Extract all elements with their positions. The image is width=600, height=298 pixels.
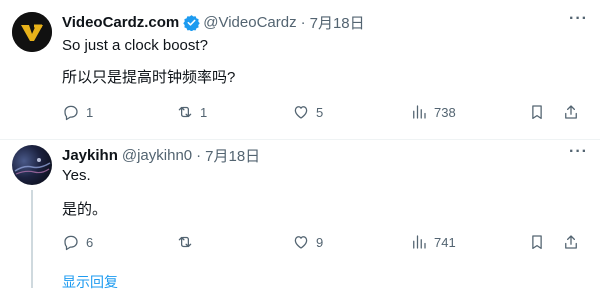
bookmark-icon: [532, 105, 542, 120]
like-button[interactable]: 5: [292, 103, 323, 121]
author-handle[interactable]: @jaykihn0: [122, 147, 192, 164]
author-handle[interactable]: @VideoCardz: [203, 14, 296, 31]
views-count: 741: [434, 234, 456, 250]
avatar[interactable]: [12, 145, 52, 185]
show-replies-link[interactable]: 显示回复: [62, 272, 118, 292]
views-chart-icon: [413, 105, 426, 119]
thread-line: [31, 190, 33, 288]
author-name[interactable]: Jaykihn: [62, 147, 118, 164]
like-count: 5: [316, 104, 324, 120]
heart-icon: [294, 106, 308, 119]
retweet-button[interactable]: [176, 233, 200, 251]
views-button[interactable]: 738: [410, 103, 456, 121]
tweet-date[interactable]: 7月18日: [310, 12, 365, 33]
bookmark-button[interactable]: [528, 233, 546, 251]
heart-icon: [294, 236, 308, 249]
views-button[interactable]: 741: [410, 233, 456, 251]
like-button[interactable]: 9: [292, 233, 323, 251]
more-icon[interactable]: ···: [569, 143, 588, 161]
tweet-text-line-2: 是的。: [62, 201, 108, 218]
reply-count: 6: [86, 234, 94, 250]
views-chart-icon: [413, 235, 426, 249]
retweet-count: 1: [200, 104, 208, 120]
views-count: 738: [434, 104, 456, 120]
tweet-1[interactable]: VideoCardz.com @VideoCardz · 7月18日 ··· S…: [0, 0, 600, 140]
reply-button[interactable]: 6: [62, 233, 93, 251]
tweet-text-line-1: Yes.: [62, 167, 91, 184]
share-icon: [565, 235, 577, 249]
tweet-actions: 6 9 741: [62, 233, 582, 253]
share-button[interactable]: [562, 233, 580, 251]
tweet-text-line-2: 所以只是提高时钟频率吗?: [62, 69, 236, 86]
verified-badge-icon: [183, 15, 200, 31]
reply-count: 1: [86, 104, 94, 120]
tweet-header: VideoCardz.com @VideoCardz · 7月18日: [62, 12, 365, 33]
share-button[interactable]: [562, 103, 580, 121]
reply-icon: [64, 235, 78, 251]
tweet-header: Jaykihn @jaykihn0 · 7月18日: [62, 145, 260, 166]
profile-photo-icon: [14, 158, 51, 175]
videocardz-logo-icon: [12, 12, 52, 52]
tweet-text-line-1: So just a clock boost?: [62, 37, 208, 54]
separator-dot: ·: [300, 14, 306, 31]
avatar[interactable]: [12, 12, 52, 52]
tweet-date[interactable]: 7月18日: [205, 145, 260, 166]
author-name[interactable]: VideoCardz.com: [62, 14, 179, 31]
bookmark-button[interactable]: [528, 103, 546, 121]
retweet-button[interactable]: 1: [176, 103, 207, 121]
reply-button[interactable]: 1: [62, 103, 93, 121]
reply-icon: [64, 105, 78, 121]
bookmark-icon: [532, 235, 542, 250]
separator-dot: ·: [196, 147, 202, 164]
retweet-icon: [178, 236, 192, 248]
tweet-actions: 1 1 5 738: [62, 103, 582, 123]
like-count: 9: [316, 234, 324, 250]
more-icon[interactable]: ···: [569, 10, 588, 28]
share-icon: [565, 105, 577, 119]
retweet-icon: [178, 106, 192, 118]
